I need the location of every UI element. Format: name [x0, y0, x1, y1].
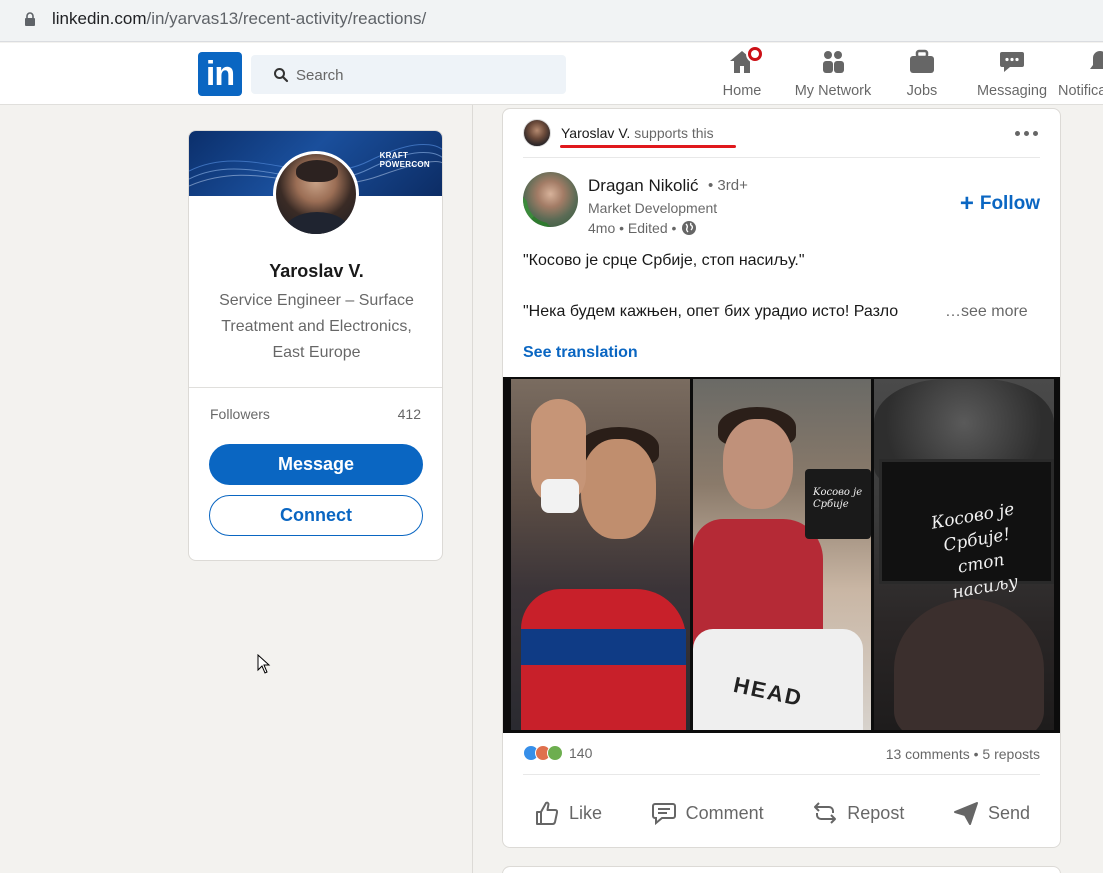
nav-notifications-label: Notifications: [1058, 83, 1103, 99]
profile-name[interactable]: Yaroslav V.: [189, 261, 442, 282]
red-annotation-underline: [560, 145, 736, 148]
repost-label: Repost: [847, 802, 905, 823]
comments-reposts-count[interactable]: 13 comments • 5 reposts: [886, 746, 1040, 762]
context-name[interactable]: Yaroslav V.: [561, 125, 630, 141]
nav-jobs[interactable]: Jobs: [898, 48, 946, 104]
mouse-cursor-icon: [257, 654, 271, 674]
post-image-collage[interactable]: Kосово је Србије HEAD Косово је Србије! …: [503, 377, 1060, 733]
briefcase-icon: [908, 48, 936, 76]
profile-avatar[interactable]: [273, 151, 359, 237]
reactions-count: 140: [569, 745, 593, 761]
card-divider: [189, 387, 442, 388]
post-text-line2: "Нека будем кажњен, опет бих урадио исто…: [523, 303, 899, 320]
follow-button[interactable]: + Follow: [959, 190, 1040, 217]
followers-count: 412: [397, 406, 421, 422]
post-meta: 4mo • Edited •: [588, 220, 697, 236]
social-divider: [523, 774, 1040, 775]
nav-messaging-label: Messaging: [976, 83, 1048, 99]
url-host: linkedin.com: [52, 9, 147, 28]
banner-logo-line1: KRAFT: [379, 151, 409, 160]
like-button[interactable]: Like: [523, 791, 612, 835]
messaging-icon: [998, 48, 1026, 76]
search-icon: [274, 68, 289, 83]
lock-icon: [25, 12, 35, 26]
comment-button[interactable]: Comment: [640, 791, 774, 835]
comment-icon: [651, 803, 676, 826]
repost-icon: [814, 802, 837, 824]
see-more-link[interactable]: …see more: [945, 303, 1028, 321]
url-path: /in/yarvas13/recent-activity/reactions/: [146, 9, 427, 28]
image-panel-2: Kосово је Србије HEAD: [693, 379, 871, 730]
nav-home[interactable]: Home: [718, 45, 766, 104]
bell-icon: [1086, 48, 1103, 76]
support-reaction-icon: [547, 745, 563, 761]
banner-logo: KRAFT POWERCON: [380, 151, 430, 169]
network-icon: [819, 48, 847, 76]
repost-button[interactable]: Repost: [801, 791, 914, 835]
comment-label: Comment: [685, 802, 764, 823]
author-name[interactable]: Dragan Nikolić: [588, 176, 699, 196]
post-context-row: Yaroslav V. supports this: [523, 119, 714, 147]
nav-my-network-label: My Network: [794, 83, 872, 99]
url-bar[interactable]: linkedin.com/in/yarvas13/recent-activity…: [52, 9, 426, 29]
context-divider: [523, 157, 1040, 158]
connect-button[interactable]: Connect: [209, 495, 423, 536]
home-icon: [728, 45, 764, 76]
profile-headline: Service Engineer – Surface Treatment and…: [219, 292, 414, 361]
nav-home-label: Home: [722, 83, 762, 99]
feed-post-card: Yaroslav V. supports this Dragan Nikolić…: [502, 108, 1061, 848]
linkedin-logo[interactable]: in: [198, 52, 242, 96]
camera-writing-small: Kосово је Србије: [813, 487, 863, 510]
author-avatar[interactable]: [523, 172, 578, 227]
context-avatar[interactable]: [523, 119, 551, 147]
message-button[interactable]: Message: [209, 444, 423, 485]
profile-card: KRAFT POWERCON Yaroslav V. Service Engin…: [188, 130, 443, 561]
search-input[interactable]: [296, 64, 546, 86]
camera-writing-large: Косово је Србије! стоп насиљу: [929, 499, 1020, 604]
like-label: Like: [569, 802, 603, 823]
globe-icon: [682, 221, 697, 235]
author-degree: • 3rd+: [708, 177, 748, 194]
column-divider: [472, 105, 473, 873]
context-action: supports this: [634, 125, 714, 141]
followers-label: Followers: [210, 406, 270, 422]
send-button[interactable]: Send: [942, 791, 1040, 835]
search-box[interactable]: [251, 55, 566, 94]
see-translation-link[interactable]: See translation: [523, 344, 638, 362]
banner-logo-line2: POWERCON: [379, 160, 430, 169]
send-label: Send: [987, 802, 1030, 823]
browser-address-bar: linkedin.com/in/yarvas13/recent-activity…: [0, 0, 1103, 42]
send-icon: [953, 802, 978, 825]
author-title: Market Development: [588, 200, 718, 216]
nav-jobs-label: Jobs: [906, 83, 938, 99]
image-panel-1: [511, 379, 690, 730]
notification-badge: [746, 45, 764, 63]
like-icon: [536, 801, 559, 825]
post-actions-bar: Like Comment Repost Send: [523, 789, 1040, 837]
plus-icon: +: [959, 190, 974, 217]
nav-my-network[interactable]: My Network: [790, 48, 876, 104]
follow-label: Follow: [979, 193, 1040, 214]
nav-messaging[interactable]: Messaging: [974, 48, 1050, 104]
reactions-summary[interactable]: 140: [523, 745, 592, 761]
post-meta-text: 4mo • Edited •: [588, 220, 677, 236]
image-panel-3: Косово је Србије! стоп насиљу: [874, 379, 1054, 730]
post-text-line1: "Косово је срце Србије, стоп насиљу.": [523, 252, 805, 269]
more-options-icon[interactable]: [1012, 123, 1040, 143]
next-feed-post-card: [502, 866, 1061, 873]
nav-notifications[interactable]: Notifications: [1058, 48, 1103, 104]
